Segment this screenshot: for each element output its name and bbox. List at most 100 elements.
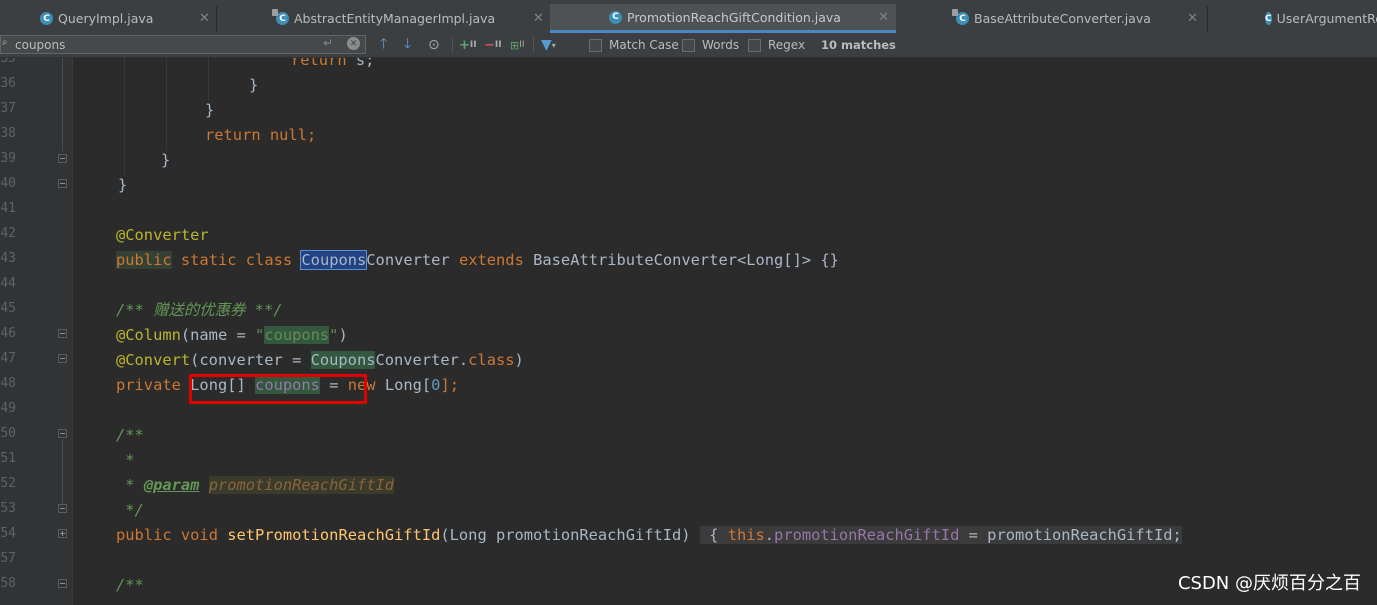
line-number: 45 [0, 301, 16, 316]
words-checkbox[interactable] [682, 38, 695, 52]
indent-guide [208, 58, 209, 101]
tab-label: QueryImpl.java [58, 11, 154, 26]
fold-collapse-icon[interactable] [58, 504, 67, 513]
code-line: /** [116, 573, 144, 598]
code-line: return null; [205, 123, 316, 148]
newline-icon[interactable]: ↵ [323, 36, 333, 50]
code-line: @Converter [116, 223, 209, 248]
fold-expand-icon[interactable] [58, 579, 67, 588]
field-token: promotionReachGiftId [774, 526, 960, 544]
code-line: public void setPromotionReachGiftId(Long… [116, 523, 1182, 548]
line-number: 51 [0, 451, 16, 466]
code-line: * @param promotionReachGiftId [116, 473, 395, 498]
search-box: ⌕ ↵ ✕ [0, 35, 366, 54]
code-token: { [709, 526, 719, 544]
tab-label: AbstractEntityManagerImpl.java [294, 11, 496, 26]
match-count: 10 matches [821, 38, 896, 52]
fold-collapse-icon[interactable] [58, 179, 67, 188]
line-number: 41 [0, 201, 16, 216]
code-line: return s; [291, 58, 374, 73]
filter-icon[interactable]: ▼ ▾ [541, 33, 556, 57]
line-number: 54 [0, 526, 16, 541]
tab-label: UserArgumentRe [1276, 11, 1377, 26]
line-number-gutter: 35 36 37 38 39 40 41 42 43 44 45 46 47 4… [0, 58, 72, 605]
keyword: return [205, 126, 261, 144]
keyword: void [180, 526, 218, 544]
match-case-option[interactable]: Match Case [589, 33, 679, 57]
fold-collapse-icon[interactable] [58, 154, 67, 163]
code-line: } [249, 73, 258, 98]
line-number: 49 [0, 401, 16, 416]
line-number: 58 [0, 576, 16, 591]
line-number: 47 [0, 351, 16, 366]
fold-expand-icon[interactable] [58, 354, 67, 363]
search-history-icon[interactable]: ⌕ [2, 37, 8, 48]
match-case-label: Match Case [609, 38, 679, 52]
code-token: ) [514, 351, 524, 369]
find-in-window-icon[interactable]: ⊙ [428, 33, 440, 57]
line-number: 35 [0, 58, 16, 66]
code-token: Converter [366, 251, 450, 269]
method-name: setPromotionReachGiftId [227, 526, 441, 544]
close-icon[interactable]: ✕ [533, 11, 544, 26]
fold-expand-icon[interactable] [58, 429, 67, 438]
code-token: (Long promotionReachGiftId) [440, 526, 691, 544]
line-number: 43 [0, 251, 16, 266]
annotation: @Convert [116, 351, 191, 369]
doc-comment: /** 赠送的优惠券 **/ [116, 301, 283, 319]
tab-abstract-entity-manager-impl[interactable]: C AbstractEntityManagerImpl.java ✕ [217, 4, 550, 33]
match-case-checkbox[interactable] [589, 38, 602, 52]
editor-tab-bar: C QueryImpl.java ✕ C AbstractEntityManag… [0, 0, 1377, 34]
fold-expand-icon[interactable] [58, 529, 67, 538]
keyword: public [116, 526, 172, 544]
class-icon: C [609, 10, 622, 24]
code-token: BaseAttributeConverter<Long[]> {} [533, 251, 839, 269]
keyword: extends [458, 251, 524, 269]
code-line: } [118, 173, 127, 198]
folded-block[interactable]: { this.promotionReachGiftId = promotionR… [699, 526, 1182, 544]
line-number: 53 [0, 501, 16, 516]
close-icon[interactable]: ✕ [1187, 11, 1198, 26]
close-icon[interactable]: ✕ [199, 11, 210, 26]
keyword: public [116, 251, 172, 269]
clear-search-icon[interactable]: ✕ [347, 37, 360, 50]
doc-param: promotionReachGiftId [208, 476, 395, 494]
highlight-annotation-box [189, 374, 367, 404]
next-occurrence-icon[interactable]: 🡓 [404, 33, 411, 57]
code-editor[interactable]: 35 36 37 38 39 40 41 42 43 44 45 46 47 4… [0, 58, 1377, 605]
regex-option[interactable]: Regex [748, 33, 805, 57]
code-token: s; [355, 58, 375, 69]
words-option[interactable]: Words [682, 33, 739, 57]
code-line: /** [116, 423, 144, 448]
close-icon[interactable]: ✕ [878, 10, 889, 25]
tab-user-argument[interactable]: C UserArgumentRe [1208, 4, 1377, 33]
code-token: (converter = [190, 351, 311, 369]
previous-occurrence-icon[interactable]: 🡑 [380, 33, 387, 57]
fold-expand-icon[interactable] [58, 329, 67, 338]
code-token: } [205, 101, 215, 119]
keyword: null; [269, 126, 317, 144]
code-line: public static class CouponsConverter ext… [116, 248, 839, 273]
search-match: coupons [264, 326, 330, 344]
class-icon: C [40, 12, 53, 25]
line-number: 37 [0, 101, 16, 116]
add-occurrence-icon[interactable]: + II [459, 33, 477, 57]
line-number: 50 [0, 426, 16, 441]
code-line: @Column(name = "coupons") [116, 323, 348, 348]
keyword: return [291, 58, 347, 69]
search-input[interactable] [15, 36, 305, 53]
gutter-border [72, 58, 73, 605]
tab-promotion-reach-gift-condition[interactable]: C PromotionReachGiftCondition.java ✕ [550, 4, 896, 33]
keyword: this [727, 526, 765, 544]
select-all-occurrences-icon[interactable]: ⊞ II [510, 33, 525, 57]
tab-query-impl[interactable]: C QueryImpl.java ✕ [0, 4, 216, 33]
doc-tag: @param [143, 476, 200, 494]
doc-comment: /** [116, 576, 144, 594]
remove-occurrence-icon[interactable]: − II [484, 33, 502, 57]
regex-checkbox[interactable] [748, 38, 761, 52]
line-number: 40 [0, 176, 16, 191]
code-line: } [205, 98, 214, 123]
tab-label: PromotionReachGiftCondition.java [627, 9, 841, 25]
code-token: } [161, 151, 171, 169]
tab-base-attribute-converter[interactable]: C BaseAttributeConverter.java ✕ [897, 4, 1207, 33]
